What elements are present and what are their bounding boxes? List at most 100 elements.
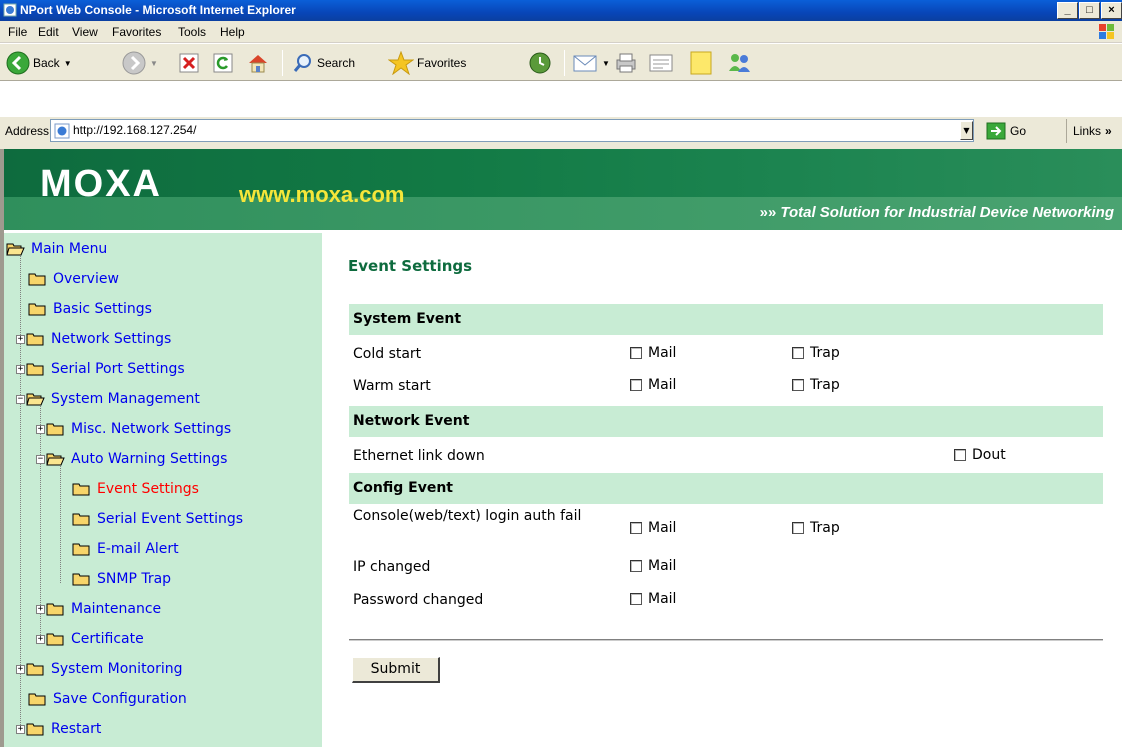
maximize-button[interactable]: □ — [1079, 2, 1100, 19]
go-button[interactable]: Go — [986, 119, 1026, 143]
sidebar-item-restart[interactable]: + Restart — [16, 718, 101, 740]
ethernet-link-down-dout-checkbox[interactable]: Dout — [954, 447, 1006, 463]
menu-favorites[interactable]: Favorites — [112, 25, 161, 39]
menu-tools[interactable]: Tools — [178, 25, 206, 39]
checkbox-box[interactable] — [792, 522, 804, 534]
event-label-password-changed: Password changed — [353, 592, 484, 608]
sidebar-item-label: Serial Event Settings — [97, 511, 244, 527]
sidebar-item-label: Auto Warning Settings — [71, 451, 228, 467]
links-label: Links — [1073, 124, 1102, 138]
expand-plus-icon[interactable]: + — [36, 604, 45, 614]
search-button[interactable]: Search — [292, 49, 355, 77]
home-button[interactable] — [246, 49, 270, 77]
open-folder-icon — [6, 243, 25, 256]
sidebar-item-snmp-trap[interactable]: SNMP Trap — [72, 568, 171, 590]
collapse-minus-icon[interactable]: − — [36, 454, 45, 464]
checkbox-box[interactable] — [630, 379, 642, 391]
forward-button[interactable]: ▼ — [122, 49, 158, 77]
discuss-button[interactable] — [688, 49, 714, 77]
checkbox-box[interactable] — [630, 593, 642, 605]
menu-file[interactable]: File — [8, 25, 27, 39]
menu-edit[interactable]: Edit — [38, 25, 59, 39]
sidebar-item-serial-port-settings[interactable]: + Serial Port Settings — [16, 358, 185, 380]
expand-plus-icon[interactable]: + — [16, 724, 25, 734]
sidebar-item-main-menu[interactable]: Main Menu — [6, 238, 107, 260]
login-auth-fail-mail-checkbox[interactable]: Mail — [630, 520, 676, 536]
expand-plus-icon[interactable]: + — [16, 664, 25, 674]
form-divider — [349, 639, 1103, 641]
checkbox-box[interactable] — [792, 347, 804, 359]
checkbox-box[interactable] — [954, 449, 966, 461]
checkbox-label: Trap — [810, 377, 840, 393]
expand-plus-icon[interactable]: + — [36, 424, 45, 434]
sidebar-item-maintenance[interactable]: + Maintenance — [36, 598, 161, 620]
sidebar-item-event-settings[interactable]: Event Settings — [72, 478, 199, 500]
folder-icon — [72, 543, 90, 556]
checkbox-box[interactable] — [630, 560, 642, 572]
stop-button[interactable] — [178, 49, 200, 77]
history-button[interactable] — [528, 49, 552, 77]
web-page: MOXA www.moxa.com »» Total Solution for I… — [0, 149, 1122, 747]
back-dropdown-icon[interactable]: ▼ — [64, 59, 72, 68]
back-button[interactable]: Back ▼ — [6, 49, 72, 77]
login-auth-fail-trap-checkbox[interactable]: Trap — [792, 520, 840, 536]
site-url[interactable]: www.moxa.com — [239, 182, 404, 208]
sidebar-item-label: Basic Settings — [53, 301, 152, 317]
sidebar-item-label: System Monitoring — [51, 661, 183, 677]
page-icon — [54, 123, 70, 139]
menu-view[interactable]: View — [72, 25, 98, 39]
collapse-minus-icon[interactable]: − — [16, 394, 25, 404]
sidebar-item-serial-event-settings[interactable]: Serial Event Settings — [72, 508, 243, 530]
links-button[interactable]: Links » — [1066, 119, 1112, 143]
mail-button[interactable]: ▼ — [572, 49, 610, 77]
sidebar-item-save-configuration[interactable]: Save Configuration — [28, 688, 187, 710]
submit-button[interactable]: Submit — [352, 657, 440, 683]
favorites-button[interactable]: Favorites — [388, 49, 466, 77]
history-icon — [529, 52, 551, 74]
sidebar-item-network-settings[interactable]: + Network Settings — [16, 328, 171, 350]
sidebar-item-misc-network-settings[interactable]: + Misc. Network Settings — [36, 418, 231, 440]
sidebar-item-email-alert[interactable]: E-mail Alert — [72, 538, 179, 560]
address-input[interactable]: http://192.168.127.254/ — [50, 119, 974, 142]
section-config-event: Config Event — [349, 473, 1103, 504]
sidebar-item-certificate[interactable]: + Certificate — [36, 628, 144, 650]
sidebar-item-label: SNMP Trap — [97, 571, 172, 587]
cold-start-mail-checkbox[interactable]: Mail — [630, 345, 676, 361]
checkbox-box[interactable] — [630, 522, 642, 534]
expand-plus-icon[interactable]: + — [36, 634, 45, 644]
messenger-button[interactable] — [726, 49, 752, 77]
password-changed-mail-checkbox[interactable]: Mail — [630, 591, 676, 607]
cold-start-trap-checkbox[interactable]: Trap — [792, 345, 840, 361]
sidebar-item-system-management[interactable]: − System Management — [16, 388, 200, 410]
warm-start-trap-checkbox[interactable]: Trap — [792, 377, 840, 393]
expand-plus-icon[interactable]: + — [16, 364, 25, 374]
ip-changed-mail-checkbox[interactable]: Mail — [630, 558, 676, 574]
event-label-login-auth-fail: Console(web/text) login auth fail — [353, 508, 582, 524]
sidebar-item-basic-settings[interactable]: Basic Settings — [28, 298, 152, 320]
checkbox-label: Mail — [648, 558, 677, 574]
folder-icon — [46, 423, 64, 436]
expand-plus-icon[interactable]: + — [16, 334, 25, 344]
event-label-cold-start: Cold start — [353, 346, 422, 362]
address-dropdown-icon[interactable]: ▼ — [960, 121, 973, 140]
checkbox-box[interactable] — [630, 347, 642, 359]
sidebar-item-overview[interactable]: Overview — [28, 268, 119, 290]
checkbox-box[interactable] — [792, 379, 804, 391]
forward-arrow-icon — [122, 51, 146, 75]
close-button[interactable]: × — [1101, 2, 1122, 19]
folder-icon — [28, 273, 46, 286]
sidebar-item-system-monitoring[interactable]: + System Monitoring — [16, 658, 183, 680]
sidebar-item-auto-warning-settings[interactable]: − Auto Warning Settings — [36, 448, 227, 470]
edit-button[interactable] — [648, 49, 674, 77]
tagline-text: Total Solution for Industrial Device Net… — [780, 204, 1114, 221]
mail-dropdown-icon[interactable]: ▼ — [602, 59, 610, 68]
checkbox-label: Mail — [648, 520, 677, 536]
links-chevron-icon: » — [1105, 124, 1112, 138]
warm-start-mail-checkbox[interactable]: Mail — [630, 377, 676, 393]
refresh-button[interactable] — [212, 49, 234, 77]
minimize-button[interactable]: _ — [1057, 2, 1078, 19]
forward-dropdown-icon[interactable]: ▼ — [150, 59, 158, 68]
sidebar-item-label: Misc. Network Settings — [71, 421, 232, 437]
menu-help[interactable]: Help — [220, 25, 245, 39]
print-button[interactable] — [614, 49, 638, 77]
